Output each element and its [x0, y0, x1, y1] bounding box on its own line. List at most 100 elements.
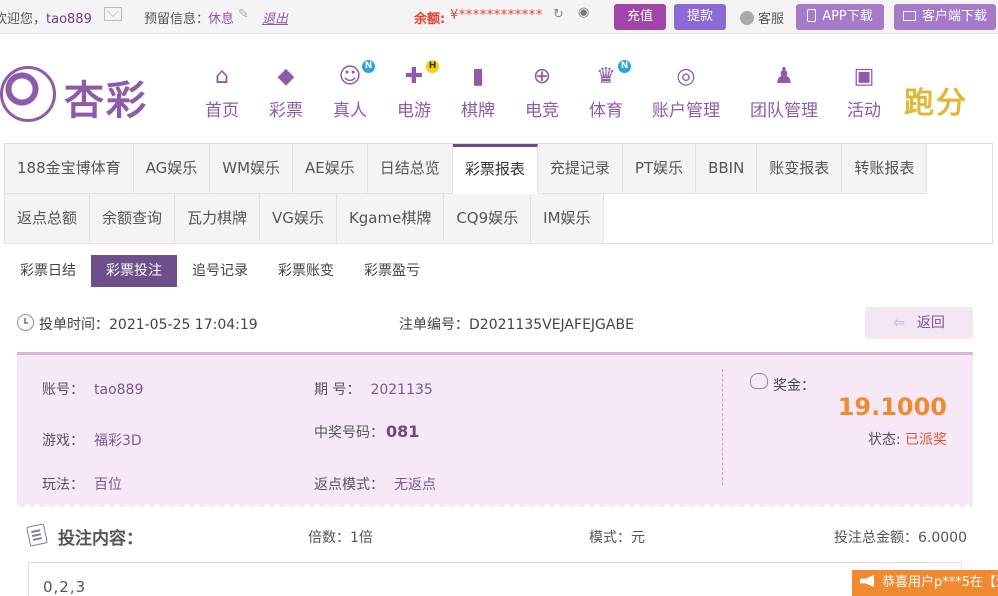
account-icon: ◎	[676, 64, 696, 89]
tab-lottery-report[interactable]: 彩票报表	[452, 144, 538, 194]
balance-label: 余额:	[414, 12, 446, 27]
rebate-mode-field: 返点模式： 无返点	[314, 474, 436, 494]
bet-total-amount: 投注总金额：6.0000	[834, 530, 967, 546]
nav-account[interactable]: ◎ 账户管理	[652, 64, 720, 122]
order-number: 注单编号：D2021135VEJAFEJGABE	[399, 314, 634, 334]
app-download-label: APP下载	[822, 9, 873, 24]
bet-time-label: 投单时间：	[39, 317, 109, 333]
status-label: 状态:	[867, 432, 901, 448]
team-icon: ♟	[774, 64, 794, 89]
subtab-lottery-daily[interactable]: 彩票日结	[6, 255, 90, 287]
order-number-value: D2021135VEJAFEJGABE	[469, 317, 634, 333]
period-field: 期 号： 2021135	[314, 379, 433, 399]
client-download-label: 客户端下载	[921, 9, 987, 24]
nav-promotions[interactable]: ▣ 活动	[846, 64, 882, 122]
category-row-1: 188金宝博体育 AG娱乐 WM娱乐 AE娱乐 日结总览 彩票报表 充提记录 P…	[5, 144, 928, 194]
tab-ae[interactable]: AE娱乐	[293, 144, 368, 194]
nav-slots[interactable]: ✚ H 电游	[396, 60, 439, 121]
client-download-button[interactable]: 客户端下载	[894, 4, 996, 30]
play-type-label: 玩法：	[42, 477, 84, 493]
tab-pt[interactable]: PT娱乐	[622, 144, 697, 194]
nav-lottery[interactable]: ◆ 彩票	[268, 64, 304, 122]
mail-icon[interactable]	[104, 7, 122, 21]
order-number-label: 注单编号：	[399, 317, 469, 333]
home-icon: ⌂	[215, 64, 229, 89]
clock-icon	[17, 314, 34, 331]
tab-rebate-total[interactable]: 返点总额	[5, 194, 91, 244]
eye-icon[interactable]: ◉	[578, 5, 598, 25]
nav-label: 真人	[333, 101, 367, 121]
bet-mode: 模式：元	[589, 530, 645, 546]
tab-188bet[interactable]: 188金宝博体育	[5, 144, 134, 194]
tab-deposit-withdraw[interactable]: 充提记录	[537, 144, 623, 194]
tab-transfer-report[interactable]: 转账报表	[842, 144, 928, 194]
reserve-info-label: 预留信息：	[144, 12, 210, 27]
badge-new: N	[362, 60, 375, 73]
bet-multiple: 倍数：1倍	[308, 530, 373, 546]
winning-number-value: 081	[386, 422, 420, 441]
nav-label: 首页	[205, 101, 239, 121]
lottery-icon: ◆	[277, 64, 295, 89]
nav-label: 棋牌	[461, 101, 495, 121]
tab-account-changes[interactable]: 账变报表	[757, 144, 843, 194]
subtab-chase-records[interactable]: 追号记录	[177, 255, 263, 287]
withdraw-button[interactable]: 提款	[674, 4, 726, 30]
tab-im[interactable]: IM娱乐	[531, 194, 604, 244]
nav-label: 彩票	[269, 101, 303, 121]
nav-label: 电游	[397, 101, 431, 121]
site-logo[interactable]: 杏彩	[0, 62, 150, 128]
refresh-icon[interactable]: ↻	[553, 6, 571, 24]
paofen-promo[interactable]: 跑分	[904, 78, 968, 122]
tab-balance-query[interactable]: 余额查询	[90, 194, 176, 244]
nav-live-dealer[interactable]: ☺ N 真人	[332, 60, 375, 121]
trophy-icon: ♛ N	[593, 60, 631, 88]
nav-sports[interactable]: ♛ N 体育	[588, 60, 631, 121]
logout-link[interactable]: 退出	[262, 8, 288, 27]
divider	[722, 369, 723, 485]
winning-number-label: 中奖号码：	[314, 425, 384, 441]
account-value: tao889	[94, 382, 144, 398]
bet-content-title: 投注内容：	[58, 529, 143, 549]
customer-service-link[interactable]: 客服	[740, 8, 784, 27]
rebate-mode-label: 返点模式：	[314, 477, 384, 493]
tab-kgame[interactable]: Kgame棋牌	[336, 194, 445, 244]
nav-cards[interactable]: ▮ 棋牌	[460, 66, 496, 122]
username: tao889	[46, 12, 92, 27]
subtab-lottery-account-changes[interactable]: 彩票账变	[263, 255, 349, 287]
service-label: 客服	[758, 12, 785, 27]
money-bag-icon	[750, 373, 768, 389]
tab-wali-cards[interactable]: 瓦力棋牌	[175, 194, 261, 244]
welcome-text: 欢迎您，tao889	[0, 8, 92, 27]
monitor-icon	[902, 11, 916, 21]
tab-vg[interactable]: VG娱乐	[260, 194, 337, 244]
winner-ticker[interactable]: 恭喜用户p***5在【河	[852, 570, 998, 596]
gift-icon: ▣	[853, 64, 875, 89]
back-label: 返回	[916, 315, 945, 331]
nav-home[interactable]: ⌂ 首页	[204, 64, 240, 122]
top-bar: 欢迎您，tao889 预留信息： 休息 ✎ 退出 余额: ¥**********…	[0, 0, 998, 34]
play-type-value: 百位	[94, 477, 122, 493]
tab-wm[interactable]: WM娱乐	[210, 144, 294, 194]
nav-esports[interactable]: ⊕ 电竞	[524, 66, 560, 122]
tab-daily-overview[interactable]: 日结总览	[367, 144, 453, 194]
rebate-mode-value: 无返点	[394, 477, 436, 493]
nav-label: 电竞	[525, 101, 559, 121]
bet-time-value: 2021-05-25 17:04:19	[109, 317, 258, 333]
prize-label: 奖金：	[773, 378, 815, 394]
nav-team[interactable]: ♟ 团队管理	[750, 64, 818, 122]
recharge-button[interactable]: 充值	[614, 4, 666, 30]
tab-bbin[interactable]: BBIN	[696, 144, 758, 194]
subtab-lottery-bets[interactable]: 彩票投注	[91, 255, 177, 287]
back-button[interactable]: ⇦ 返回	[865, 307, 973, 339]
edit-icon[interactable]: ✎	[238, 7, 249, 22]
welcome-prefix: 欢迎您，	[0, 12, 47, 27]
nav-label: 体育	[589, 101, 623, 121]
subtab-lottery-profit[interactable]: 彩票盈亏	[349, 255, 435, 287]
period-value: 2021135	[370, 382, 433, 398]
app-download-button[interactable]: APP下载	[796, 4, 884, 30]
tab-ag[interactable]: AG娱乐	[133, 144, 211, 194]
category-row-2: 返点总额 余额查询 瓦力棋牌 VG娱乐 Kgame棋牌 CQ9娱乐 IM娱乐	[5, 194, 604, 244]
gamepad-icon: ✚ H	[401, 60, 439, 88]
tab-cq9[interactable]: CQ9娱乐	[444, 194, 532, 244]
live-dealer-icon: ☺ N	[337, 60, 375, 88]
